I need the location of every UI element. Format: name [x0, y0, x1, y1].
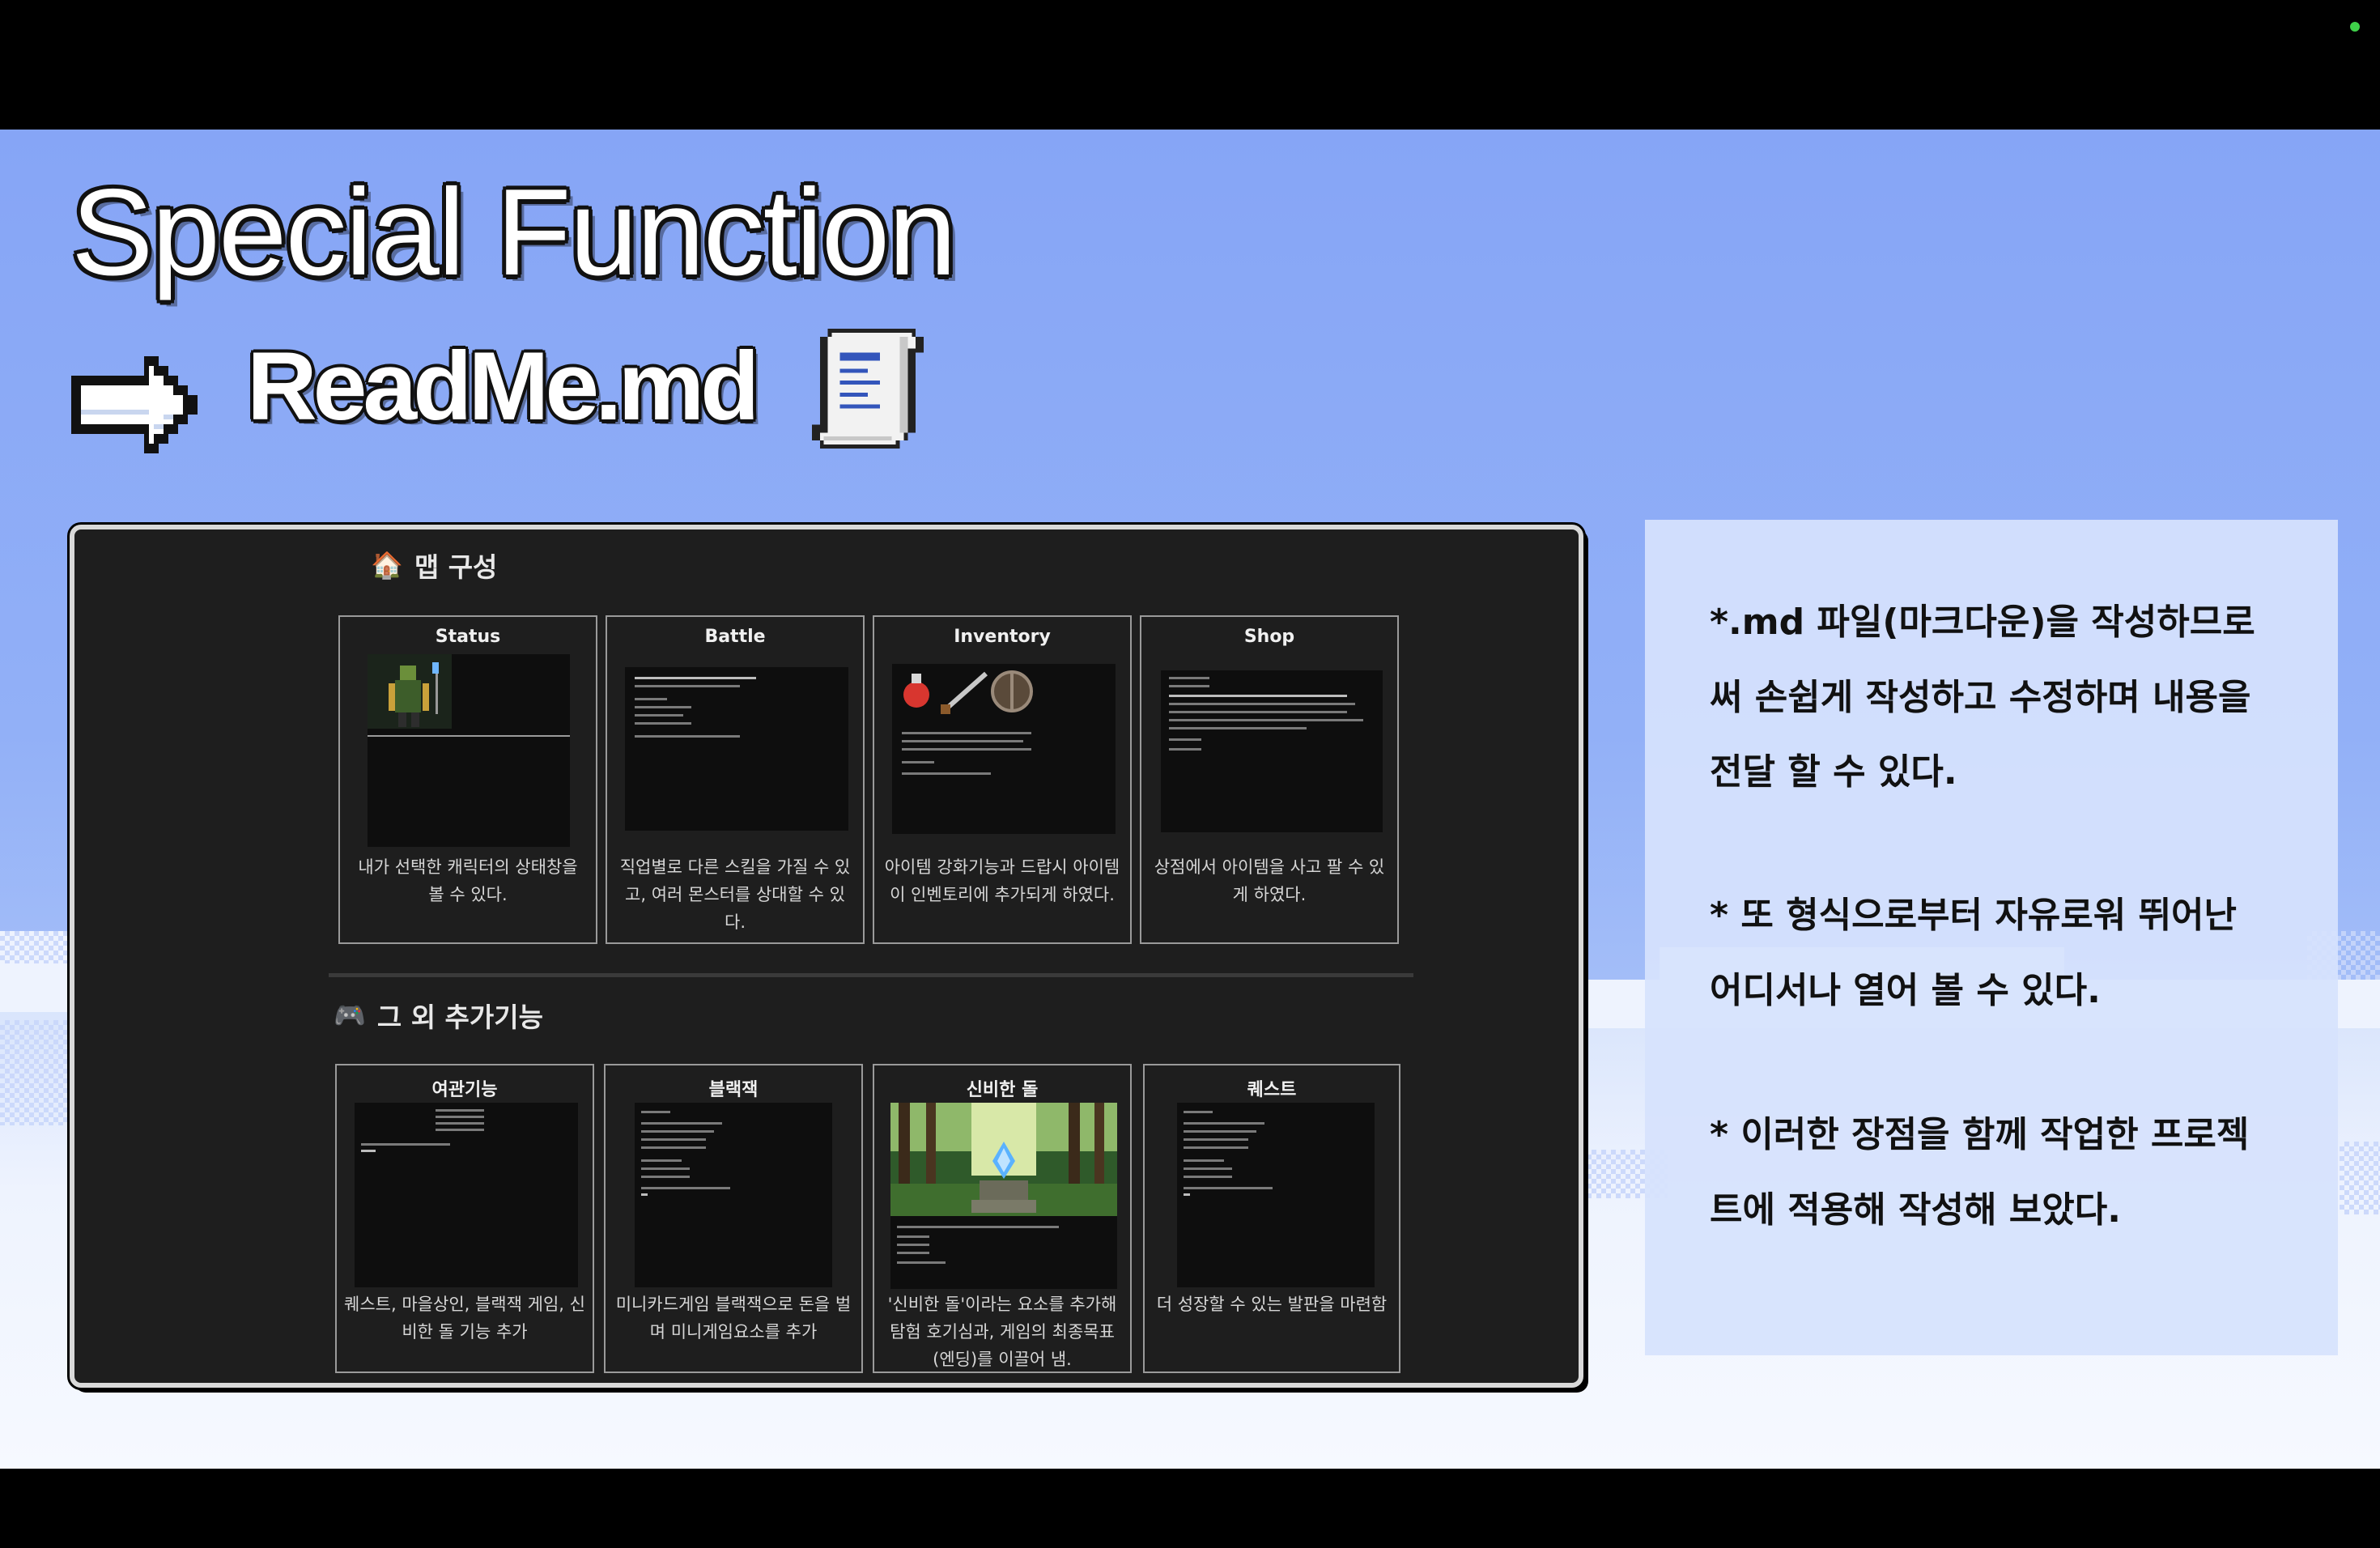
blackjack-screenshot — [635, 1103, 832, 1287]
desc-line: 다. — [725, 912, 746, 932]
panel-text-line: 전달 할 수 있다. — [1710, 751, 1957, 793]
shop-screenshot — [1161, 670, 1383, 832]
desc-line: 퀘스트, 마을상인, 블랙잭 게임, 신 — [344, 1295, 585, 1314]
house-emoji-icon: 🏠 — [371, 550, 403, 580]
card-title: 퀘스트 — [1247, 1080, 1297, 1100]
card-title: 신비한 돌 — [966, 1080, 1039, 1100]
card-description: 더 성장할 수 있는 발판을 마련함 — [1151, 1291, 1392, 1318]
mysterious-stone-screenshot — [890, 1103, 1117, 1289]
desc-line: 내가 선택한 캐릭터의 상태창을 — [358, 857, 578, 877]
status-screenshot — [368, 654, 570, 847]
desc-line: 비한 돌 기능 추가 — [402, 1322, 528, 1342]
desc-line: 상점에서 아이템을 사고 팔 수 있 — [1154, 857, 1385, 877]
card-description: 아이템 강화기능과 드랍시 아이템 이 인벤토리에 추가되게 하였다. — [881, 853, 1124, 908]
gamepad-emoji-icon: 🎮 — [334, 1000, 366, 1031]
description-panel: *.md 파일(마크다운)을 작성하므로 써 손쉽게 작성하고 수정하며 내용을… — [1645, 520, 2338, 1355]
item-icons — [903, 670, 1033, 714]
status-card: Status 내가 선택한 캐릭터의 상태창을 볼 수 있다. — [338, 615, 597, 944]
panel-text-line: 써 손쉽게 작성하고 수정하며 내용을 — [1710, 677, 2251, 718]
panel-text-line: * 이러한 장점을 함께 작업한 프로젝 — [1710, 1114, 2250, 1155]
cloud-dither — [2340, 1142, 2380, 1214]
card-title: 블랙잭 — [708, 1080, 759, 1100]
desc-line: 고, 여러 몬스터를 상대할 수 있 — [625, 885, 845, 904]
section-divider — [329, 973, 1413, 977]
card-title: Shop — [1243, 627, 1295, 647]
card-description: 퀘스트, 마을상인, 블랙잭 게임, 신 비한 돌 기능 추가 — [343, 1291, 586, 1346]
readme-screenshot-panel: 🏠 맵 구성 Status 내가 선택한 캐릭터의 상태창을 볼 수 있다. B… — [70, 525, 1583, 1388]
card-description: 직업별로 다른 스킬을 가질 수 있 고, 여러 몬스터를 상대할 수 있 다. — [614, 853, 856, 936]
forest-stone-illustration — [890, 1103, 1117, 1216]
card-title: Status — [435, 627, 501, 647]
panel-text-line: * 또 형식으로부터 자유로워 뛰어난 — [1710, 895, 2238, 936]
extra-section-title: 그 외 추가기능 — [376, 1002, 543, 1033]
bottom-letterbox — [0, 1469, 2380, 1548]
inn-card: 여관기능 퀘스트, 마을상인, 블랙잭 게임, 신 비한 돌 기능 추가 — [335, 1064, 594, 1373]
card-title: Inventory — [954, 627, 1051, 647]
card-description: 상점에서 아이템을 사고 팔 수 있 게 하였다. — [1148, 853, 1391, 908]
battle-screenshot — [625, 667, 848, 831]
desc-line: 탐험 호기심과, 게임의 최종목표 — [890, 1322, 1115, 1342]
card-description: 미니카드게임 블랙잭으로 돈을 벌 며 미니게임요소를 추가 — [612, 1291, 855, 1346]
pixel-arrow-right-icon — [71, 356, 198, 453]
map-section-title: 맵 구성 — [414, 551, 498, 583]
desc-line: 더 성장할 수 있는 발판을 마련함 — [1156, 1295, 1388, 1314]
quest-screenshot — [1177, 1103, 1375, 1287]
top-letterbox — [0, 0, 2380, 130]
panel-text-line: 트에 적용해 작성해 보았다. — [1710, 1189, 2121, 1231]
card-title: Battle — [704, 627, 766, 647]
slide-title: Special Function — [71, 164, 957, 301]
recording-indicator-icon — [2350, 22, 2360, 32]
quest-card: 퀘스트 더 성장할 수 있는 발판을 마련함 — [1143, 1064, 1400, 1373]
desc-line: 볼 수 있다. — [428, 885, 508, 904]
character-sprite-icon — [368, 654, 570, 737]
card-description: 내가 선택한 캐릭터의 상태창을 볼 수 있다. — [346, 853, 589, 908]
inn-screenshot — [355, 1103, 578, 1287]
desc-line: (엔딩)를 이끌어 냄. — [933, 1350, 1072, 1369]
card-description: '신비한 돌'이라는 요소를 추가해 탐험 호기심과, 게임의 최종목표 (엔딩… — [881, 1291, 1124, 1373]
panel-text-line: *.md 파일(마크다운)을 작성하므로 — [1710, 602, 2255, 643]
presentation-slide: Special Function ReadMe.md 🏠 맵 구성 Status — [0, 130, 2380, 1469]
map-section-heading: 🏠 맵 구성 — [371, 546, 497, 585]
inventory-card: Inventory 아이템 강화기능과 드랍시 아이템 이 인벤토리에 추가되게… — [873, 615, 1132, 944]
shop-card: Shop 상점에서 아이템을 사고 팔 수 있 게 하였다. — [1140, 615, 1399, 944]
inventory-screenshot — [892, 664, 1116, 834]
scroll-document-icon — [811, 329, 924, 449]
slide-subtitle: ReadMe.md — [247, 332, 759, 440]
desc-line: 미니카드게임 블랙잭으로 돈을 벌 — [615, 1295, 852, 1314]
desc-line: 직업별로 다른 스킬을 가질 수 있 — [619, 857, 851, 877]
desc-line: 게 하였다. — [1232, 885, 1307, 904]
blackjack-card: 블랙잭 미니카드게임 블랙잭으로 돈을 벌 며 미니게임요소를 추가 — [604, 1064, 863, 1373]
battle-card: Battle 직업별로 다른 스킬을 가질 수 있 고, 여러 몬스터를 상대할… — [606, 615, 865, 944]
extra-section-heading: 🎮 그 외 추가기능 — [334, 996, 543, 1035]
desc-line: 며 미니게임요소를 추가 — [649, 1322, 818, 1342]
desc-line: '신비한 돌'이라는 요소를 추가해 — [887, 1295, 1117, 1314]
desc-line: 아이템 강화기능과 드랍시 아이템 — [884, 857, 1120, 877]
mysterious-stone-card: 신비한 돌 '신비한 돌'이라는 요소를 추가해 탐험 호기심과, 게임의 최종… — [873, 1064, 1132, 1373]
card-title: 여관기능 — [431, 1080, 498, 1100]
panel-text-line: 어디서나 열어 볼 수 있다. — [1710, 970, 2101, 1011]
desc-line: 이 인벤토리에 추가되게 하였다. — [890, 885, 1115, 904]
cloud-dither — [0, 1020, 73, 1125]
